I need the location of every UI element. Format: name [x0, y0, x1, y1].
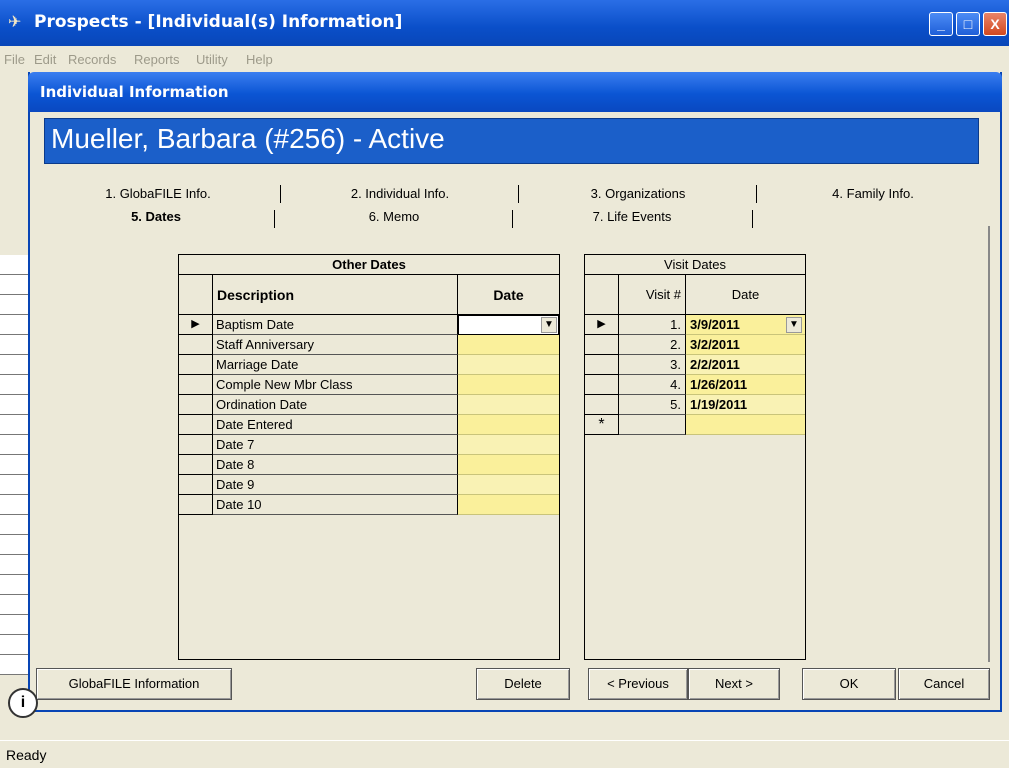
date-input[interactable]	[458, 355, 559, 375]
row-selector[interactable]	[179, 435, 213, 455]
date-description: Staff Anniversary	[213, 335, 458, 355]
status-text: Ready	[6, 747, 47, 763]
visit-date[interactable]: 2/2/2011	[686, 355, 805, 375]
tab-family[interactable]: 4. Family Info.	[758, 182, 988, 208]
date-description: Marriage Date	[213, 355, 458, 375]
row-selector-current[interactable]: ▶	[585, 315, 619, 335]
window-titlebar: ✈ Prospects - [Individual(s) Information…	[0, 0, 1009, 46]
record-header: Mueller, Barbara (#256) - Active	[44, 118, 979, 164]
other-dates-title: Other Dates	[179, 255, 559, 275]
chevron-down-icon[interactable]: ▼	[541, 317, 557, 333]
date-description: Baptism Date	[213, 315, 458, 335]
date-input[interactable]	[458, 395, 559, 415]
row-selector[interactable]	[179, 355, 213, 375]
date-input[interactable]	[458, 375, 559, 395]
next-button[interactable]: Next >	[688, 668, 780, 700]
app-icon: ✈	[8, 14, 22, 31]
visit-date[interactable]: 1/26/2011	[686, 375, 805, 395]
menu-help[interactable]: Help	[246, 52, 273, 67]
visit-date[interactable]: 3/2/2011	[686, 335, 805, 355]
row-selector[interactable]	[179, 495, 213, 515]
dialog-title: Individual Information	[40, 83, 229, 101]
visit-number: 5.	[619, 395, 686, 415]
statusbar: Ready	[0, 740, 1009, 768]
help-bubble-icon[interactable]: i	[8, 688, 38, 718]
date-description: Date 10	[213, 495, 458, 515]
date-description: Date 9	[213, 475, 458, 495]
date-input[interactable]	[458, 415, 559, 435]
visit-number: 3.	[619, 355, 686, 375]
column-header-date[interactable]: Date	[458, 275, 559, 315]
column-header-visit-date[interactable]: Date	[686, 275, 805, 315]
maximize-button[interactable]: □	[956, 12, 980, 36]
row-selector[interactable]	[585, 375, 619, 395]
record-name: Mueller, Barbara (#256) - Active	[51, 123, 445, 154]
row-selector[interactable]	[585, 335, 619, 355]
other-dates-grid: Other Dates Description Date ▶ Baptism D…	[178, 254, 560, 660]
date-description: Ordination Date	[213, 395, 458, 415]
date-input[interactable]	[458, 335, 559, 355]
cancel-button[interactable]: Cancel	[898, 668, 990, 700]
row-selector-current[interactable]: ▶	[179, 315, 213, 335]
row-selector[interactable]	[179, 415, 213, 435]
new-row-marker[interactable]: *	[585, 415, 619, 435]
date-description: Date Entered	[213, 415, 458, 435]
date-description: Date 7	[213, 435, 458, 455]
menubar: File Edit Records Reports Utility Help	[0, 46, 1009, 72]
row-selector[interactable]	[179, 335, 213, 355]
visit-date-new[interactable]	[686, 415, 805, 435]
visit-date[interactable]: 1/19/2011	[686, 395, 805, 415]
date-description: Date 8	[213, 455, 458, 475]
date-input[interactable]	[458, 455, 559, 475]
date-input-baptism[interactable]: ▼	[458, 315, 559, 335]
globafile-info-button[interactable]: GlobaFILE Information	[36, 668, 232, 700]
row-selector[interactable]	[585, 355, 619, 375]
ok-button[interactable]: OK	[802, 668, 896, 700]
row-selector[interactable]	[585, 395, 619, 415]
delete-button[interactable]: Delete	[476, 668, 570, 700]
dialog-titlebar: Individual Information	[28, 72, 1002, 112]
row-selector[interactable]	[179, 375, 213, 395]
column-header-description[interactable]: Description	[213, 275, 458, 315]
menu-utility[interactable]: Utility	[196, 52, 228, 67]
visit-number: 4.	[619, 375, 686, 395]
chevron-down-icon[interactable]: ▼	[786, 317, 802, 333]
visit-date[interactable]: 3/9/2011 ▼	[686, 315, 805, 335]
window-title: Prospects - [Individual(s) Information]	[34, 12, 403, 32]
date-input[interactable]	[458, 435, 559, 455]
background-grid	[0, 255, 34, 695]
visit-dates-grid: Visit Dates Visit # Date ▶ 1. 3/9/2011 ▼…	[584, 254, 806, 660]
close-button[interactable]: X	[983, 12, 1007, 36]
visit-number-new	[619, 415, 686, 435]
menu-records[interactable]: Records	[68, 52, 116, 67]
minimize-button[interactable]: _	[929, 12, 953, 36]
menu-reports[interactable]: Reports	[134, 52, 180, 67]
row-selector[interactable]	[179, 455, 213, 475]
date-input[interactable]	[458, 475, 559, 495]
menu-edit[interactable]: Edit	[34, 52, 56, 67]
column-header-visit-num[interactable]: Visit #	[619, 275, 686, 315]
menu-file[interactable]: File	[4, 52, 25, 67]
row-selector[interactable]	[179, 395, 213, 415]
date-input[interactable]	[458, 495, 559, 515]
visit-number: 2.	[619, 335, 686, 355]
row-selector[interactable]	[179, 475, 213, 495]
visit-dates-title: Visit Dates	[585, 255, 805, 275]
previous-button[interactable]: < Previous	[588, 668, 688, 700]
date-description: Comple New Mbr Class	[213, 375, 458, 395]
visit-number: 1.	[619, 315, 686, 335]
